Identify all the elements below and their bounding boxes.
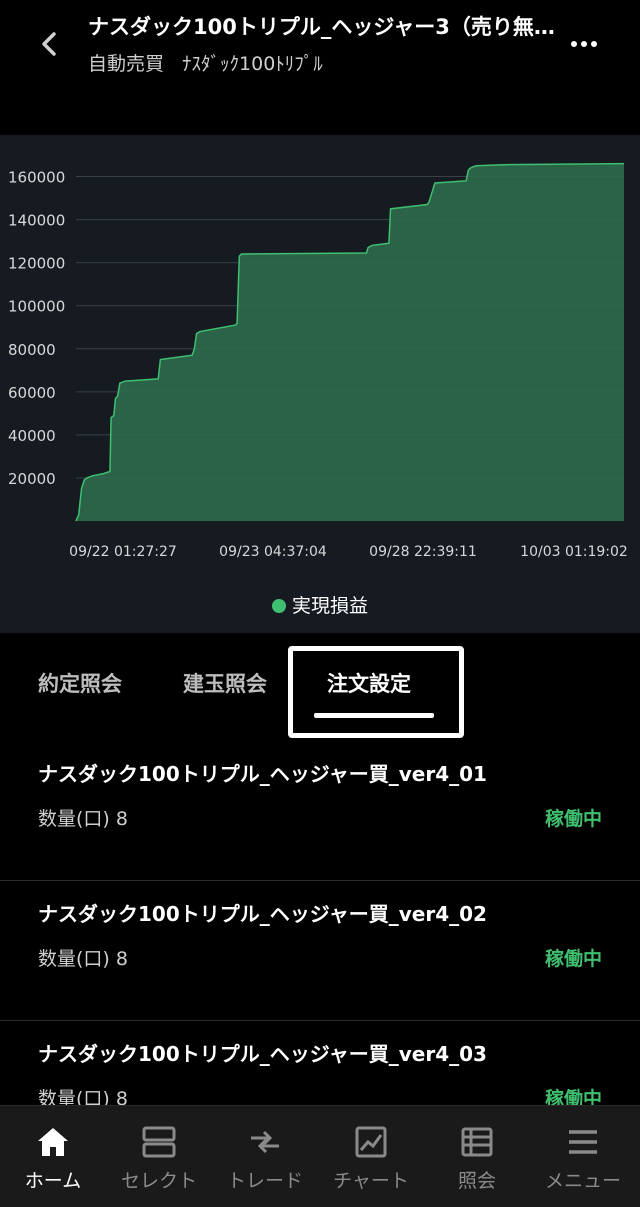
order-item[interactable]: ナスダック100トリプル_ヘッジャー買_ver4_02 数量(口) 8 稼働中 xyxy=(0,880,640,1021)
order-quantity: 数量(口) 8 xyxy=(38,948,128,970)
nav-trade[interactable]: トレード xyxy=(212,1106,318,1207)
bottom-navigation: ホーム セレクト トレード チャート 照会 メニュー xyxy=(0,1105,640,1207)
x-tick-label: 09/23 04:37:04 xyxy=(219,544,327,560)
pnl-chart: 20000 40000 60000 80000 100000 120000 140000 16… xyxy=(0,135,640,633)
subtitle-category: 自動売買 xyxy=(88,53,165,75)
legend-label: 実現損益 xyxy=(291,595,368,617)
pnl-chart-svg: 20000 40000 60000 80000 100000 120000 140000 16… xyxy=(8,162,628,560)
pnl-area xyxy=(76,163,624,522)
y-tick-label: 140000 xyxy=(8,212,65,230)
tab-positions[interactable]: 建玉照会 xyxy=(183,668,267,698)
nav-label: チャート xyxy=(333,1170,409,1192)
y-tick-label: 100000 xyxy=(8,298,65,316)
order-quantity: 数量(口) 8 xyxy=(38,808,128,830)
order-status: 稼働中 xyxy=(544,948,602,970)
more-options-icon[interactable] xyxy=(566,30,602,58)
nav-select[interactable]: セレクト xyxy=(106,1106,212,1207)
order-name: ナスダック100トリプル_ヘッジャー買_ver4_01 xyxy=(38,762,487,786)
page-subtitle: 自動売買 ﾅｽﾀﾞｯｸ100ﾄﾘﾌﾟﾙ xyxy=(88,50,323,78)
chart-legend: 実現損益 xyxy=(0,591,640,618)
order-item[interactable]: ナスダック100トリプル_ヘッジャー買_ver4_01 数量(口) 8 稼働中 xyxy=(0,740,640,881)
back-arrow-icon[interactable] xyxy=(30,24,70,64)
chart-icon xyxy=(355,1126,387,1158)
home-icon xyxy=(38,1128,68,1156)
nav-label: トレード xyxy=(226,1170,303,1192)
y-tick-label: 80000 xyxy=(8,341,56,359)
app-header: ナスダック100トリプル_ヘッジャー3（売り無… 自動売買 ﾅｽﾀﾞｯｸ100ﾄﾘ… xyxy=(0,0,640,135)
nav-label: メニュー xyxy=(544,1170,621,1192)
nav-label: ホーム xyxy=(24,1170,82,1192)
y-tick-label: 40000 xyxy=(8,427,56,445)
menu-icon xyxy=(569,1130,597,1154)
legend-dot xyxy=(271,599,286,613)
order-status: 稼働中 xyxy=(544,808,602,830)
tab-executions[interactable]: 約定照会 xyxy=(38,668,122,698)
select-icon xyxy=(142,1126,176,1158)
y-tick-label: 120000 xyxy=(8,255,65,273)
order-name: ナスダック100トリプル_ヘッジャー買_ver4_02 xyxy=(38,902,487,926)
trade-icon xyxy=(251,1130,279,1154)
inquiry-icon xyxy=(461,1127,493,1157)
y-tick-label: 20000 xyxy=(8,470,56,488)
x-tick-label: 09/28 22:39:11 xyxy=(369,544,477,560)
nav-label: 照会 xyxy=(457,1170,496,1192)
page-title: ナスダック100トリプル_ヘッジャー3（売り無… xyxy=(88,15,555,39)
nav-inquiry[interactable]: 照会 xyxy=(424,1106,530,1207)
nav-chart[interactable]: チャート xyxy=(318,1106,424,1207)
y-tick-label: 60000 xyxy=(8,384,56,402)
y-tick-label: 160000 xyxy=(8,169,65,187)
subtitle-product: ﾅｽﾀﾞｯｸ100ﾄﾘﾌﾟﾙ xyxy=(182,53,323,75)
order-name: ナスダック100トリプル_ヘッジャー買_ver4_03 xyxy=(38,1042,487,1066)
nav-menu[interactable]: メニュー xyxy=(530,1106,636,1207)
nav-home[interactable]: ホーム xyxy=(0,1106,106,1207)
nav-label: セレクト xyxy=(120,1170,197,1192)
x-tick-label: 09/22 01:27:27 xyxy=(69,544,177,560)
highlight-frame xyxy=(288,646,464,738)
x-tick-label: 10/03 01:19:02 xyxy=(520,544,628,560)
